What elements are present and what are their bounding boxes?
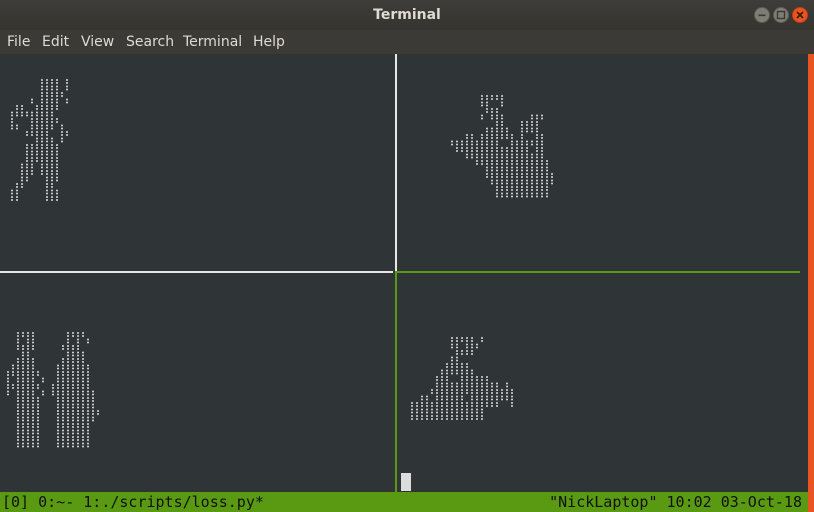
minimize-button[interactable] bbox=[754, 7, 770, 23]
menu-view[interactable]: View bbox=[79, 30, 116, 54]
ascii-figure-bottom-left bbox=[7, 332, 99, 448]
tmux-host-clock: "NickLaptop" 10:02 03-Oct-18 bbox=[549, 493, 802, 511]
minimize-icon bbox=[758, 14, 766, 17]
menu-terminal[interactable]: Terminal bbox=[181, 30, 244, 54]
menu-search[interactable]: Search bbox=[124, 30, 176, 54]
tmux-window-list: [0] 0:~- 1:./scripts/loss.py* bbox=[2, 493, 264, 511]
title-bar[interactable]: Terminal bbox=[0, 0, 814, 31]
maximize-icon bbox=[776, 10, 786, 20]
maximize-button[interactable] bbox=[773, 7, 789, 23]
menu-bar: File Edit View Search Terminal Help bbox=[0, 30, 814, 54]
pane-divider-vertical-bottom-active[interactable] bbox=[395, 271, 397, 492]
window-controls bbox=[754, 7, 808, 23]
terminal-cursor bbox=[401, 473, 411, 491]
ascii-figure-top-right bbox=[451, 95, 553, 198]
tmux-status-bar: [0] 0:~- 1:./scripts/loss.py* "NickLapto… bbox=[0, 492, 808, 512]
ascii-figure-bottom-right bbox=[411, 337, 513, 420]
close-button[interactable] bbox=[792, 7, 808, 23]
window-title: Terminal bbox=[373, 7, 441, 23]
close-icon bbox=[796, 11, 804, 19]
ascii-figure-top-left bbox=[11, 79, 68, 201]
scrollbar[interactable] bbox=[808, 54, 814, 512]
menu-edit[interactable]: Edit bbox=[40, 30, 71, 54]
pane-divider-horizontal-left[interactable] bbox=[0, 271, 393, 273]
pane-divider-vertical-top[interactable] bbox=[395, 54, 397, 272]
menu-file[interactable]: File bbox=[5, 30, 32, 54]
menu-help[interactable]: Help bbox=[251, 30, 287, 54]
pane-divider-horizontal-right-active[interactable] bbox=[395, 271, 800, 273]
terminal-area[interactable] bbox=[0, 54, 808, 512]
terminal-window: Terminal File Edit View Search Terminal … bbox=[0, 0, 814, 512]
